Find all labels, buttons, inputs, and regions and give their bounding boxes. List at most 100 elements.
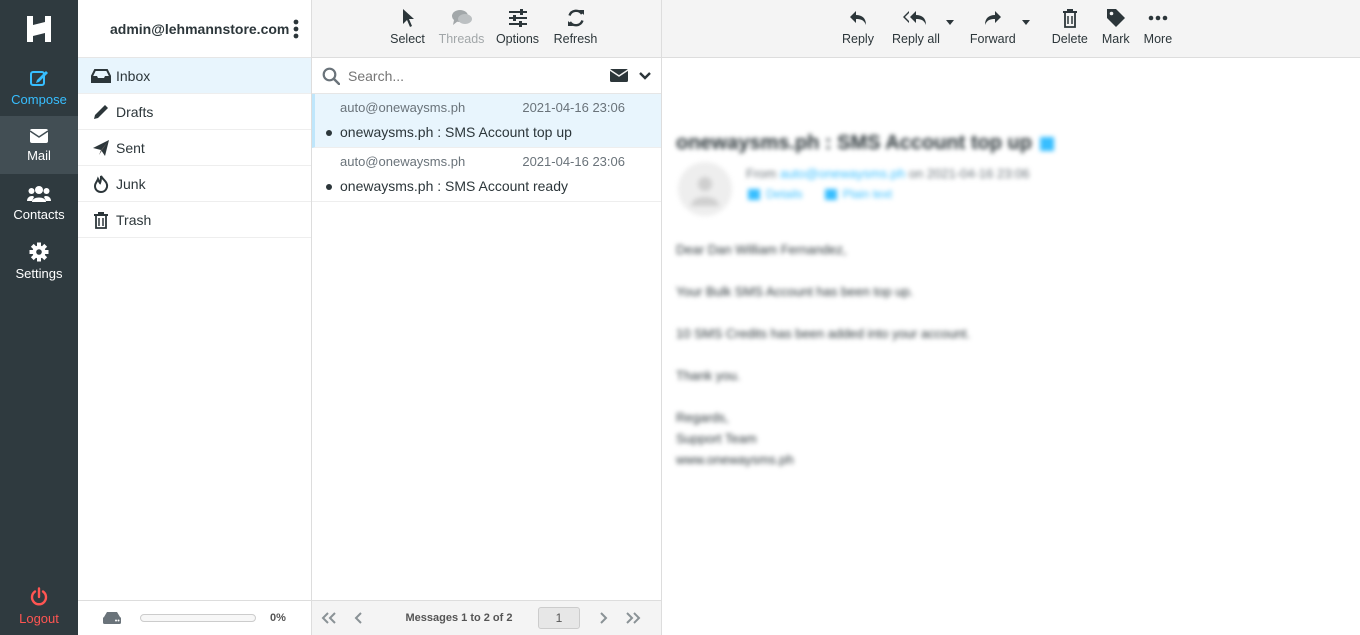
trash-icon <box>88 211 114 229</box>
paper-plane-icon <box>88 139 114 157</box>
search-icon[interactable] <box>322 67 340 85</box>
signature-line[interactable]: www.onewaysms.ph <box>676 449 970 470</box>
message-toolbar: Reply Reply all Forward Delete Mark More <box>662 0 1360 58</box>
contacts-nav-button[interactable]: Contacts <box>0 174 78 232</box>
reply-button[interactable]: Reply <box>842 0 874 57</box>
forward-icon <box>984 11 1001 25</box>
refresh-label: Refresh <box>553 32 598 46</box>
quota-percent: 0% <box>270 612 286 624</box>
message-from: auto@onewaysms.ph <box>340 100 466 115</box>
delete-button[interactable]: Delete <box>1052 0 1088 57</box>
folder-panel: admin@lehmannstore.com Inbox Drafts Sent… <box>78 0 312 635</box>
select-label: Select <box>390 32 425 46</box>
folder-item-sent[interactable]: Sent <box>78 130 311 166</box>
app-rail: Compose Mail Contacts Settings Logout <box>0 0 78 635</box>
tag-icon <box>1106 9 1125 27</box>
mail-nav-button[interactable]: Mail <box>0 116 78 174</box>
power-icon <box>30 586 48 605</box>
pagination-bar: Messages 1 to 2 of 2 1 <box>312 600 661 635</box>
folder-label-inbox: Inbox <box>116 67 151 84</box>
folder-item-drafts[interactable]: Drafts <box>78 94 311 130</box>
sliders-icon <box>508 9 527 27</box>
unread-dot-icon[interactable] <box>326 130 332 136</box>
message-title-text: onewaysms.ph : SMS Account top up <box>676 132 1032 154</box>
sender-avatar <box>678 162 732 216</box>
select-button[interactable]: Select <box>380 0 436 57</box>
more-button[interactable]: More <box>1144 0 1172 57</box>
logout-label: Logout <box>19 610 59 626</box>
unread-dot-icon[interactable] <box>326 184 332 190</box>
reply-icon <box>849 11 866 25</box>
list-toolbar: Select Threads Options Refresh <box>312 0 661 58</box>
app-logo[interactable] <box>0 0 78 58</box>
envelope-filter-icon[interactable] <box>609 68 629 83</box>
details-link[interactable]: Details <box>748 187 803 201</box>
message-date: 2021-04-16 23:06 <box>522 154 625 169</box>
reading-pane: Reply Reply all Forward Delete Mark More… <box>662 0 1360 635</box>
cursor-icon <box>402 9 414 27</box>
envelope-icon <box>748 188 760 200</box>
message-body: Dear Dan William Fernandez, Your Bulk SM… <box>676 239 970 470</box>
page-number-input[interactable]: 1 <box>538 607 580 629</box>
more-label: More <box>1143 32 1173 46</box>
refresh-button[interactable]: Refresh <box>548 0 604 57</box>
reply-all-button[interactable]: Reply all <box>891 0 954 57</box>
kebab-menu-icon <box>293 19 299 38</box>
plain-text-link[interactable]: Plain text <box>824 187 892 201</box>
forward-button[interactable]: Forward <box>969 0 1030 57</box>
message-subject: onewaysms.ph : SMS Account top up <box>340 124 572 140</box>
folder-label-sent: Sent <box>116 139 145 156</box>
refresh-icon <box>567 9 584 27</box>
forward-label: Forward <box>969 32 1016 46</box>
details-label: Details <box>766 187 803 201</box>
compose-button[interactable]: Compose <box>0 58 78 116</box>
message-subject: onewaysms.ph : SMS Account ready <box>340 178 568 194</box>
hard-drive-icon <box>103 612 121 624</box>
message-row[interactable]: auto@onewaysms.ph 2021-04-16 23:06 onewa… <box>312 94 661 148</box>
quota-bar <box>140 614 256 622</box>
body-greeting: Dear Dan William Fernandez, <box>676 242 847 257</box>
account-menu-button[interactable] <box>289 19 303 39</box>
reply-all-dropdown-caret-icon[interactable] <box>945 20 954 25</box>
folder-item-trash[interactable]: Trash <box>78 202 311 238</box>
user-silhouette-icon <box>691 177 719 206</box>
options-button[interactable]: Options <box>488 0 548 57</box>
folder-label-trash: Trash <box>116 211 152 228</box>
delete-label: Delete <box>1051 32 1088 46</box>
folder-item-junk[interactable]: Junk <box>78 166 311 202</box>
double-chevron-right-icon <box>626 612 641 624</box>
prev-page-button[interactable] <box>344 612 374 624</box>
header-links: Details Plain text <box>748 187 914 201</box>
forward-dropdown-caret-icon[interactable] <box>1021 20 1030 25</box>
compose-icon <box>30 70 48 86</box>
threads-button[interactable]: Threads <box>436 0 488 57</box>
reply-all-icon <box>902 11 926 25</box>
pencil-icon <box>88 103 114 121</box>
threads-label: Threads <box>438 32 485 46</box>
fire-icon <box>88 174 114 193</box>
external-link-icon[interactable] <box>1039 136 1054 151</box>
body-line: Thank you. <box>676 368 741 383</box>
mark-button[interactable]: Mark <box>1102 0 1130 57</box>
search-input[interactable] <box>348 67 609 84</box>
compose-label: Compose <box>11 91 67 107</box>
body-line: Your Bulk SMS Account has been top up. <box>676 284 914 299</box>
chevron-down-icon[interactable] <box>639 71 651 81</box>
message-row[interactable]: auto@onewaysms.ph 2021-04-16 23:06 onewa… <box>312 148 661 202</box>
reply-all-label: Reply all <box>891 32 940 46</box>
mark-label: Mark <box>1101 32 1130 46</box>
folder-item-inbox[interactable]: Inbox <box>78 58 311 94</box>
ellipsis-icon <box>1148 15 1168 21</box>
next-page-button[interactable] <box>588 612 618 624</box>
folder-panel-header: admin@lehmannstore.com <box>78 0 311 58</box>
envelope-icon <box>29 128 49 143</box>
settings-label: Settings <box>15 265 63 281</box>
first-page-button[interactable] <box>314 612 344 624</box>
folder-label-junk: Junk <box>116 175 146 192</box>
settings-nav-button[interactable]: Settings <box>0 232 78 290</box>
sender-address-link[interactable]: auto@onewaysms.ph <box>780 166 905 181</box>
last-page-button[interactable] <box>618 612 648 624</box>
body-line: 10 SMS Credits has been added into your … <box>676 326 971 341</box>
logout-button[interactable]: Logout <box>0 577 78 635</box>
signature-line: Support Team <box>676 431 757 446</box>
